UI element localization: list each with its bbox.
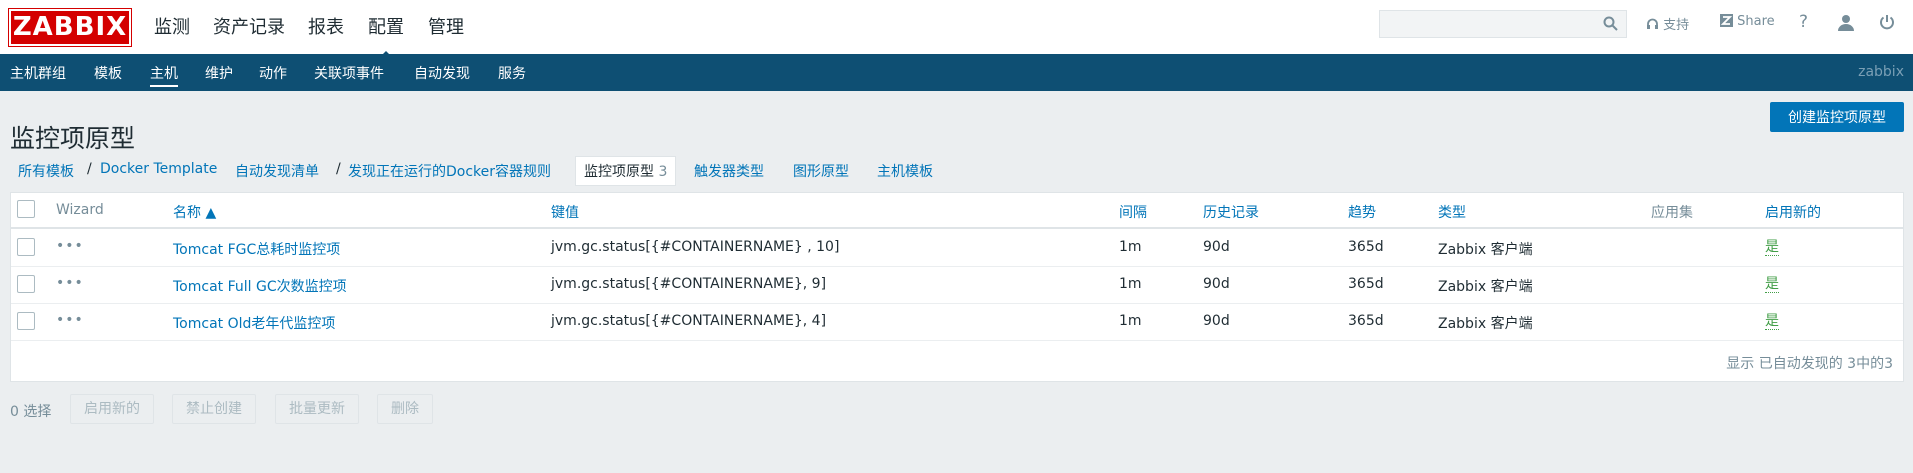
tab-item-prototypes-label: 监控项原型 [584,164,654,180]
wizard-menu-icon[interactable]: ••• [56,312,84,328]
item-type: Zabbix 客户端 [1438,242,1533,258]
zabbix-logo[interactable]: ZABBIX [9,9,131,46]
breadcrumb-discovery-list[interactable]: 自动发现清单 [235,161,319,181]
nav-reports[interactable]: 报表 [308,13,344,39]
logout-icon[interactable] [1879,14,1895,32]
page-title: 监控项原型 [10,123,136,153]
col-wizard: Wizard [56,202,104,218]
table-header: Wizard 名称 ▲ 键值 间隔 历史记录 趋势 类型 应用集 启用新的 [11,193,1903,229]
subnav-templates[interactable]: 模板 [94,63,122,83]
item-name-link[interactable]: Tomcat FGC总耗时监控项 [173,239,340,259]
item-trends: 365d [1348,276,1384,292]
support-label: 支持 [1663,18,1690,33]
item-prototypes-table: Wizard 名称 ▲ 键值 间隔 历史记录 趋势 类型 应用集 启用新的 ••… [10,192,1904,382]
subnav-hosts[interactable]: 主机 [150,63,178,87]
create-enabled-toggle[interactable]: 是 [1765,276,1779,293]
mass-update-button[interactable]: 批量更新 [275,394,359,424]
nav-inventory[interactable]: 资产记录 [213,13,285,39]
top-header: ZABBIX 监测 资产记录 报表 配置 管理 支持 Share ? [0,0,1913,60]
subnav-event-correlation[interactable]: 关联项事件 [314,63,384,83]
table-row: ••• Tomcat FGC总耗时监控项 jvm.gc.status[{#CON… [11,229,1903,267]
nav-monitoring[interactable]: 监测 [154,13,190,39]
search-icon[interactable] [1603,16,1618,35]
row-checkbox[interactable] [17,238,35,256]
col-type[interactable]: 类型 [1438,202,1466,222]
breadcrumb-all-templates[interactable]: 所有模板 [18,161,74,181]
enable-create-button[interactable]: 启用新的 [70,394,154,424]
nav-configuration[interactable]: 配置 [368,13,404,60]
item-key: jvm.gc.status[{#CONTAINERNAME} , 10] [551,239,840,255]
item-history: 90d [1203,313,1230,329]
col-trends[interactable]: 趋势 [1348,202,1376,222]
create-enabled-toggle[interactable]: 是 [1765,239,1779,256]
support-link[interactable]: 支持 [1646,14,1689,33]
search-box [1379,10,1627,39]
share-z-icon [1720,14,1733,29]
headset-icon [1646,18,1659,33]
item-type: Zabbix 客户端 [1438,316,1533,332]
col-key[interactable]: 键值 [551,202,579,222]
subnav-discovery[interactable]: 自动发现 [414,63,470,83]
item-prototypes-count: 3 [658,164,668,180]
user-profile-icon[interactable] [1838,14,1854,33]
nav-administration[interactable]: 管理 [428,13,464,39]
col-applications: 应用集 [1651,205,1693,221]
breadcrumb-template[interactable]: Docker Template [100,161,217,177]
col-name[interactable]: 名称 ▲ [173,202,216,222]
item-trends: 365d [1348,239,1384,255]
create-item-prototype-button[interactable]: 创建监控项原型 [1770,102,1904,132]
subnav-actions[interactable]: 动作 [259,63,287,83]
item-interval: 1m [1119,239,1142,255]
row-checkbox[interactable] [17,275,35,293]
table-row: ••• Tomcat Full GC次数监控项 jvm.gc.status[{#… [11,266,1903,304]
help-icon[interactable]: ? [1799,12,1808,32]
item-interval: 1m [1119,276,1142,292]
breadcrumb-separator: / [336,161,341,177]
delete-button[interactable]: 删除 [377,394,433,424]
share-label: Share [1737,14,1775,29]
table-row: ••• Tomcat Old老年代监控项 jvm.gc.status[{#CON… [11,303,1903,341]
wizard-menu-icon[interactable]: ••• [56,275,84,291]
breadcrumb-separator: / [87,161,92,177]
col-interval[interactable]: 间隔 [1119,202,1147,222]
item-history: 90d [1203,239,1230,255]
item-key: jvm.gc.status[{#CONTAINERNAME}, 4] [551,313,827,329]
share-link[interactable]: Share [1720,14,1775,29]
tab-host-prototypes[interactable]: 主机模板 [877,161,933,181]
item-interval: 1m [1119,313,1142,329]
item-key: jvm.gc.status[{#CONTAINERNAME}, 9] [551,276,827,292]
selected-count: 0 选择 [10,404,52,420]
row-checkbox[interactable] [17,312,35,330]
subnav-services[interactable]: 服务 [498,63,526,83]
subnav-host-groups[interactable]: 主机群组 [10,63,66,83]
wizard-menu-icon[interactable]: ••• [56,238,84,254]
breadcrumb-discovery-rule[interactable]: 发现正在运行的Docker容器规则 [348,161,551,181]
select-all-checkbox[interactable] [17,200,35,218]
col-history[interactable]: 历史记录 [1203,202,1259,222]
col-create-enabled[interactable]: 启用新的 [1765,202,1821,222]
tab-item-prototypes[interactable]: 监控项原型 3 [575,156,677,186]
item-trends: 365d [1348,313,1384,329]
subnav-maintenance[interactable]: 维护 [205,63,233,83]
disable-create-button[interactable]: 禁止创建 [172,394,256,424]
item-type: Zabbix 客户端 [1438,279,1533,295]
item-name-link[interactable]: Tomcat Old老年代监控项 [173,313,335,333]
sub-nav: 主机群组 模板 主机 维护 动作 关联项事件 自动发现 服务 zabbix [0,54,1913,91]
search-input[interactable] [1380,11,1602,39]
tab-graph-prototypes[interactable]: 图形原型 [793,161,849,181]
table-footer-info: 显示 已自动发现的 3中的3 [1726,356,1893,372]
item-name-link[interactable]: Tomcat Full GC次数监控项 [173,276,347,296]
server-name: zabbix [1858,64,1904,80]
item-history: 90d [1203,276,1230,292]
create-enabled-toggle[interactable]: 是 [1765,313,1779,330]
tab-trigger-prototypes[interactable]: 触发器类型 [694,161,764,181]
